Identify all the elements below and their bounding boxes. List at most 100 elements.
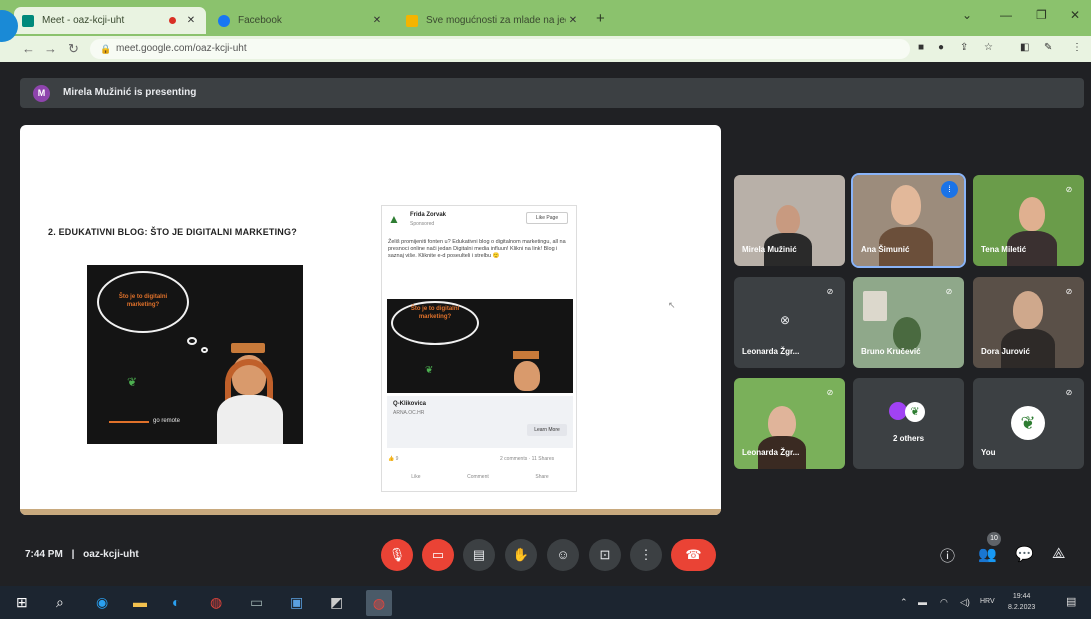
people-icon[interactable]: 👥 bbox=[978, 545, 997, 563]
participant-tile[interactable]: ⊘ ⊗ Leonarda Žgr... bbox=[734, 277, 845, 368]
menu-dots-icon[interactable]: ⋮ bbox=[1072, 42, 1082, 53]
like-page-button: Like Page bbox=[526, 212, 568, 224]
raise-hand-button[interactable]: ✋ bbox=[505, 539, 537, 571]
tray-network-icon[interactable]: ▬ bbox=[918, 597, 927, 607]
cloud-text: Što je to digitalni marketing? bbox=[118, 294, 168, 308]
leave-call-button[interactable]: ☎ bbox=[671, 539, 716, 571]
tab-mladi[interactable]: Sve mogućnosti za mlade na jed... ✕ bbox=[398, 7, 588, 34]
close-window-icon[interactable]: ✕ bbox=[1070, 8, 1080, 22]
camera-indicator-icon[interactable]: ■ bbox=[918, 42, 924, 53]
participant-tile[interactable]: ⁞ Ana Šimunić bbox=[851, 173, 966, 268]
post-like-action: Like bbox=[411, 474, 421, 480]
captions-button[interactable]: ▤ bbox=[463, 539, 495, 571]
forward-icon[interactable]: → bbox=[44, 41, 57, 56]
participant-tile[interactable]: ⊘ Dora Jurović bbox=[973, 277, 1084, 368]
tray-time: 19:44 bbox=[1012, 593, 1031, 600]
participant-tile[interactable]: ❦ 2 others bbox=[853, 378, 964, 469]
meeting-details-icon[interactable]: ⓘ bbox=[940, 545, 955, 566]
mic-muted-icon: ⊘ bbox=[1065, 388, 1073, 397]
participant-tile[interactable]: ⊘ Bruno Kručević bbox=[853, 277, 964, 368]
search-icon[interactable]: ⌕ bbox=[56, 594, 64, 611]
participant-face bbox=[1013, 291, 1043, 329]
mic-toggle-button[interactable]: 🎙 bbox=[381, 539, 413, 571]
people-count-badge: 10 bbox=[987, 532, 1001, 546]
minimize-icon[interactable]: — bbox=[1000, 8, 1012, 22]
back-icon[interactable]: ← bbox=[22, 41, 35, 56]
more-vert-icon: ⋮ bbox=[639, 547, 653, 562]
tab-title: Meet - oaz-kcji-uht bbox=[42, 15, 125, 26]
camera-toggle-button[interactable]: ▭ bbox=[422, 539, 454, 571]
close-tab-icon[interactable]: ✕ bbox=[566, 15, 580, 26]
participant-face bbox=[1019, 197, 1045, 231]
participant-name: Ana Šimunić bbox=[861, 245, 910, 254]
participant-tile[interactable]: ⊘ Leonarda Žgr... bbox=[734, 378, 845, 469]
site-favicon-icon bbox=[406, 14, 418, 27]
present-button[interactable]: ⊡ bbox=[589, 539, 621, 571]
participant-tile[interactable]: Mirela Mužinić bbox=[734, 175, 845, 266]
tray-volume-icon[interactable]: ◁) bbox=[960, 597, 970, 608]
activities-icon[interactable]: ⟁ bbox=[1052, 545, 1065, 562]
speaking-indicator-icon: ⁞ bbox=[941, 181, 958, 198]
thought-bubble-small bbox=[187, 337, 197, 345]
mic-muted-icon: ⊘ bbox=[1065, 287, 1073, 296]
link-domain: ARNA.OC.HR bbox=[393, 410, 425, 416]
participant-name: Leonarda Žgr... bbox=[742, 448, 800, 457]
tray-arrow-icon[interactable]: ⌃ bbox=[900, 597, 908, 608]
sidebar-icon[interactable]: ◧ bbox=[1020, 42, 1029, 53]
close-tab-icon[interactable]: ✕ bbox=[184, 15, 198, 26]
participant-face bbox=[891, 185, 921, 225]
close-tab-icon[interactable]: ✕ bbox=[370, 15, 384, 26]
participant-name: Tena Miletić bbox=[981, 245, 1027, 254]
participant-tile[interactable]: ⊘ Tena Miletić bbox=[973, 175, 1084, 266]
app2-icon[interactable]: ◩ bbox=[330, 594, 343, 611]
present-screen-icon: ⊡ bbox=[599, 547, 611, 562]
tray-language[interactable]: HRV bbox=[980, 598, 995, 605]
tab-search-icon[interactable]: ⌄ bbox=[962, 8, 972, 22]
share-icon[interactable]: ⇪ bbox=[960, 42, 968, 53]
captions-icon: ▤ bbox=[472, 547, 486, 562]
reactions-button[interactable]: ☺ bbox=[547, 539, 579, 571]
meeting-code: oaz-kcji-uht bbox=[83, 549, 139, 560]
post-link-card: Q-Klikovica ARNA.OC.HR Learn More bbox=[387, 396, 573, 448]
tab-facebook[interactable]: Facebook ✕ bbox=[210, 7, 392, 34]
presenter-avatar: M bbox=[33, 85, 50, 102]
chrome-icon[interactable]: ◍ bbox=[210, 594, 222, 611]
participant-face bbox=[893, 317, 921, 351]
leaf-logo-icon: ❦ bbox=[425, 365, 434, 376]
meeting-info: 7:44 PM | oaz-kcji-uht bbox=[25, 549, 139, 560]
chrome-active-icon[interactable]: ◍ bbox=[366, 590, 392, 616]
edge-icon[interactable]: ◉ bbox=[96, 594, 108, 611]
more-options-button[interactable]: ⋮ bbox=[630, 539, 662, 571]
post-sponsored: Sponsored bbox=[410, 221, 435, 227]
tab-title: Sve mogućnosti za mlade na jed... bbox=[426, 15, 566, 26]
hang-up-icon: ☎ bbox=[685, 547, 702, 562]
edge-browser-icon[interactable]: ◐ bbox=[172, 594, 180, 610]
post-page-name: Frida Zorvak bbox=[410, 212, 447, 218]
reload-icon[interactable]: ↻ bbox=[68, 41, 79, 57]
notifications-icon[interactable]: ▤ bbox=[1066, 595, 1076, 608]
tab-meet[interactable]: Meet - oaz-kcji-uht ✕ bbox=[14, 7, 206, 34]
app-icon[interactable]: ▭ bbox=[250, 594, 263, 611]
camera-off-icon: ⊗ bbox=[780, 313, 791, 327]
background-shelf bbox=[863, 291, 887, 321]
tray-wifi-icon[interactable]: ◠ bbox=[940, 597, 948, 608]
url-field[interactable]: 🔒 meet.google.com/oaz-kcji-uht bbox=[90, 39, 910, 59]
mic-indicator-icon[interactable]: ● bbox=[938, 42, 944, 53]
bookmark-star-icon[interactable]: ☆ bbox=[984, 42, 993, 53]
new-tab-icon[interactable]: + bbox=[596, 10, 605, 27]
camera-off-icon: ▭ bbox=[431, 547, 445, 562]
store-icon[interactable]: ▣ bbox=[290, 594, 303, 611]
participant-name: Bruno Kručević bbox=[861, 347, 921, 356]
others-label: 2 others bbox=[892, 434, 925, 443]
books-on-head bbox=[231, 343, 265, 353]
presentation-slide: 2. EDUKATIVNI BLOG: ŠTO JE DIGITALNI MAR… bbox=[20, 125, 721, 515]
maximize-icon[interactable]: ❐ bbox=[1036, 8, 1047, 22]
tray-clock[interactable]: 19:44 8.2.2023 bbox=[1008, 591, 1035, 613]
file-explorer-icon[interactable]: ▬ bbox=[133, 594, 147, 610]
extensions-icon[interactable]: ✎ bbox=[1044, 42, 1052, 53]
start-icon[interactable]: ⊞ bbox=[16, 594, 28, 611]
link-title: Q-Klikovica bbox=[393, 401, 427, 407]
participant-tile-self[interactable]: ❦ ⊘ You bbox=[973, 378, 1084, 469]
post-comment-action: Comment bbox=[467, 474, 489, 480]
chat-icon[interactable]: 💬 bbox=[1015, 545, 1034, 563]
